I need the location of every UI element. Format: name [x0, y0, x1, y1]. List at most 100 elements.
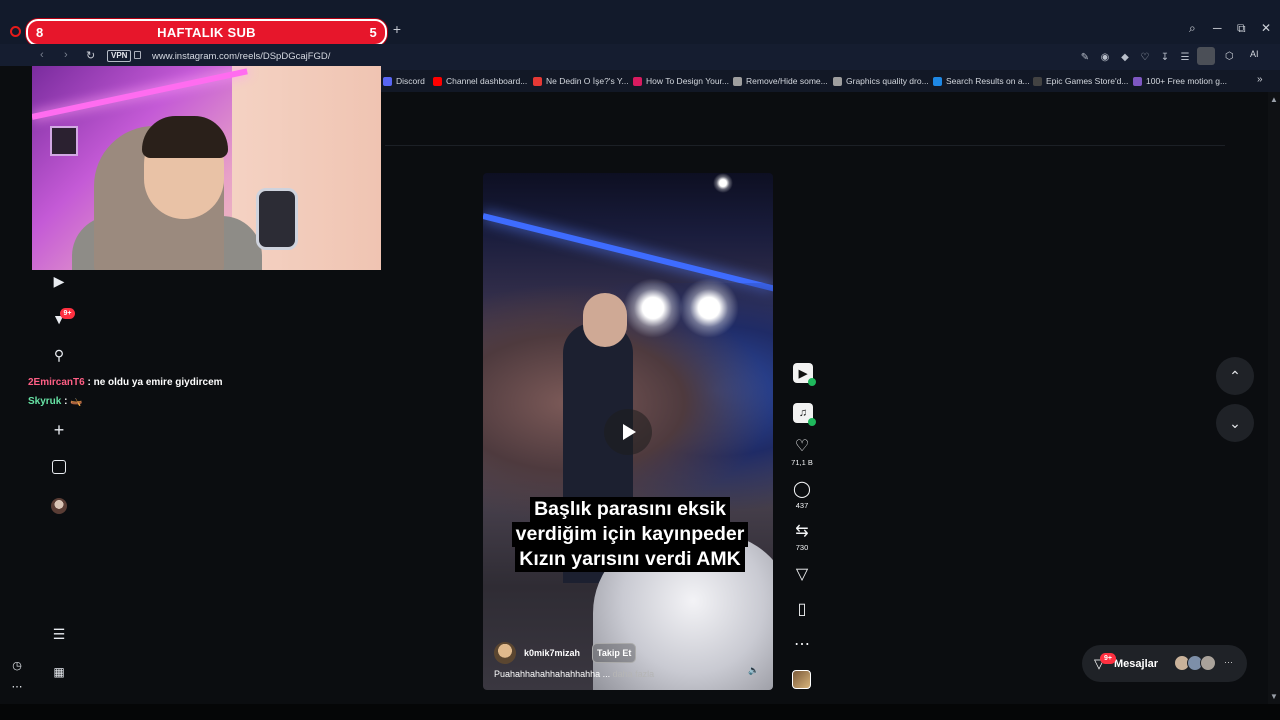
comment-count: 437 [795, 501, 809, 510]
stream-chat: 2EmircanT6 : ne oldu ya emire giydircem … [28, 373, 223, 411]
extensions-icon[interactable]: ⬡ [1225, 51, 1234, 63]
new-tab-button[interactable]: + [391, 22, 403, 36]
edit-icon[interactable]: ✎ [1075, 52, 1095, 63]
ai-button[interactable]: AI [1250, 49, 1259, 59]
bookmark-label: Remove/Hide some... [746, 76, 828, 86]
mute-icon[interactable]: 🔈 [748, 665, 759, 676]
share-action[interactable]: ▽ [790, 566, 814, 584]
repost-count: 730 [795, 543, 809, 552]
more-apps-icon[interactable]: ▦ [51, 664, 67, 680]
avatar [1200, 655, 1216, 671]
chat-message: Skyruk : 🛶 [28, 396, 83, 407]
bookmarks-more-icon[interactable]: » [1257, 74, 1263, 85]
previous-reel-button[interactable]: ⌃ [1216, 357, 1254, 395]
heart-bookmark-icon[interactable]: ♡ [1135, 52, 1155, 63]
menu-icon[interactable]: ☰ [51, 626, 67, 642]
bookmark-label: Discord [396, 76, 425, 86]
reel-caption: Başlık parasını eksik verdiğim için kayı… [505, 497, 755, 572]
bookmark-item[interactable]: Channel dashboard... [433, 76, 527, 86]
bookmark-item[interactable]: Ne Dedin O İşe?'s Y... [533, 76, 629, 86]
forward-icon[interactable]: › [64, 49, 68, 61]
scroll-up-icon[interactable]: ▲ [1270, 95, 1278, 104]
vpn-badge[interactable]: VPN [107, 50, 132, 62]
like-action[interactable]: ♡ 71,1 B [790, 438, 814, 467]
minimize-button[interactable]: ─ [1213, 22, 1222, 34]
bookmark-favicon-icon [733, 76, 742, 86]
download-extension-icon[interactable]: ▶ [793, 363, 816, 386]
author-username[interactable]: k0mik7mizah [524, 648, 580, 658]
search-icon[interactable]: ⚲ [51, 347, 67, 363]
chat-username: 2EmircanT6 [28, 377, 85, 388]
repost-action[interactable]: ⇆ 730 [790, 523, 814, 552]
bookmark-item[interactable]: Discord [383, 76, 425, 86]
create-icon[interactable]: + [51, 421, 67, 439]
url-field[interactable]: www.instagram.com/reels/DSpDGcajFGD/ [152, 51, 330, 62]
opera-logo-icon[interactable] [10, 26, 21, 37]
chevron-up-icon: ⌃ [1229, 367, 1241, 384]
sidebar-more-icon[interactable]: ⋯ [9, 679, 25, 695]
messages-more-icon[interactable]: ⋯ [1224, 657, 1233, 668]
bookmark-label: Ne Dedin O İşe?'s Y... [546, 76, 629, 86]
comment-action[interactable]: ◯ 437 [790, 481, 814, 510]
bookmark-favicon-icon [1133, 76, 1142, 86]
bookmark-favicon-icon [633, 76, 642, 86]
notification-badge: 9+ [60, 308, 75, 319]
insights-icon[interactable] [52, 460, 66, 474]
bookmark-favicon-icon [433, 76, 442, 86]
bookmark-item[interactable]: Remove/Hide some... [733, 76, 828, 86]
messages-badge: 9+ [1100, 653, 1116, 664]
message-avatars [1174, 655, 1216, 671]
bookmark-item[interactable]: Search Results on a... [933, 76, 1030, 86]
tab-search-icon[interactable]: ⌕ [1189, 22, 1196, 34]
play-button[interactable] [604, 409, 652, 455]
more-options[interactable]: ⋯ [790, 636, 814, 654]
description-text: Puahahhahahhahahhahha ... [494, 669, 611, 679]
reels-icon[interactable]: ▶ [51, 273, 67, 289]
stream-overlay-weekly-sub: 8 HAFTALIK SUB 5 [26, 19, 387, 46]
bookmark-item[interactable]: Epic Games Store'd... [1033, 76, 1128, 86]
lock-icon[interactable] [134, 51, 141, 59]
back-icon[interactable]: ‹ [40, 49, 44, 61]
close-window-button[interactable]: ✕ [1261, 22, 1271, 34]
reload-icon[interactable]: ↻ [86, 49, 95, 62]
more-link[interactable]: daha fazla [613, 669, 655, 679]
caption-line: Kızın yarısını verdi AMK [515, 547, 745, 572]
bookmark-favicon-icon [1033, 76, 1042, 86]
bookmark-label: Channel dashboard... [446, 76, 528, 86]
bookmark-item[interactable]: 100+ Free motion g... [1133, 76, 1227, 86]
bookmark-label: 100+ Free motion g... [1146, 76, 1228, 86]
history-icon[interactable]: ◷ [9, 658, 25, 674]
save-action[interactable]: ▯ [790, 601, 814, 619]
chevron-down-icon: ⌄ [1229, 414, 1241, 431]
bookmark-label: Epic Games Store'd... [1046, 76, 1129, 86]
page-scrollbar[interactable] [1268, 92, 1280, 704]
profile-icon[interactable] [51, 498, 67, 514]
repost-icon[interactable]: ⇆ [790, 523, 814, 541]
reel-author: k0mik7mizah Takip Et [494, 642, 637, 664]
download-icon[interactable]: ↧ [1155, 52, 1175, 63]
bookmark-favicon-icon [383, 76, 392, 86]
restore-button[interactable]: ⧉ [1237, 22, 1246, 34]
camera-icon[interactable]: ◉ [1095, 52, 1115, 63]
tiktok-extension-icon[interactable]: ♫ [793, 403, 816, 426]
bookmark-label: Search Results on a... [946, 76, 1030, 86]
list-icon[interactable]: ☰ [1175, 52, 1195, 63]
like-count: 71,1 B [791, 458, 813, 467]
follow-button[interactable]: Takip Et [592, 643, 637, 663]
heart-icon[interactable]: ♡ [790, 438, 814, 456]
bookmark-icon[interactable]: ▯ [790, 601, 814, 619]
scroll-down-icon[interactable]: ▼ [1270, 692, 1278, 701]
bookmark-item[interactable]: How To Design Your... [633, 76, 729, 86]
share-icon[interactable]: ▽ [790, 566, 814, 584]
profile-avatar[interactable] [1197, 47, 1215, 65]
bookmark-item[interactable]: Graphics quality dro... [833, 76, 929, 86]
webcam-overlay [32, 66, 381, 270]
author-avatar[interactable] [494, 642, 516, 664]
more-options-icon[interactable]: ⋯ [790, 636, 814, 654]
next-reel-button[interactable]: ⌄ [1216, 404, 1254, 442]
shield-icon[interactable]: ◆ [1115, 52, 1135, 63]
audio-thumbnail[interactable] [792, 670, 811, 689]
overlay-left-count: 8 [36, 25, 44, 40]
comment-icon[interactable]: ◯ [790, 481, 814, 499]
chat-message: 2EmircanT6 : ne oldu ya emire giydircem [28, 377, 223, 388]
